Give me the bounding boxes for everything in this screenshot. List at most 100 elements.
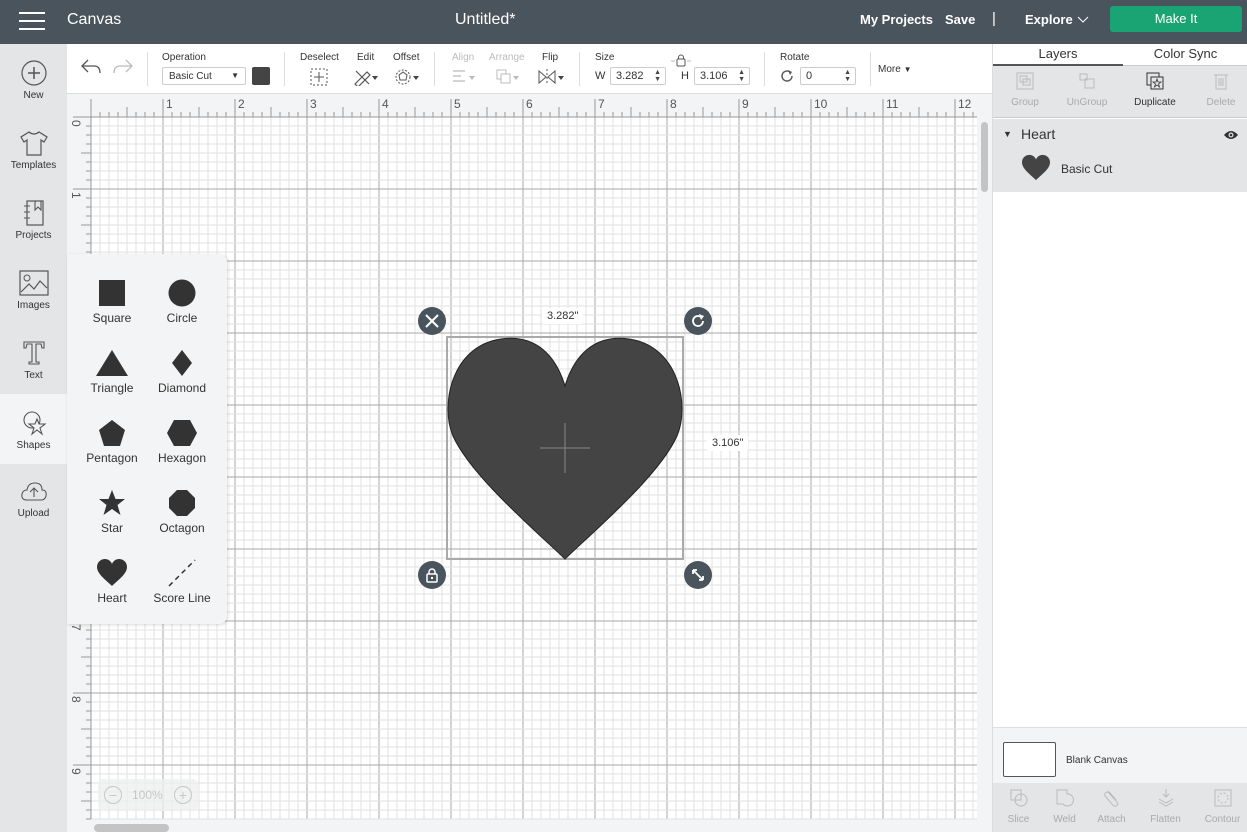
lock-handle[interactable] [418,561,446,589]
shape-star[interactable]: Star [77,488,147,558]
flip-icon[interactable] [537,68,565,86]
paperclip-icon [1103,791,1118,807]
height-dimension-label: 3.106" [707,435,749,451]
delete-button: Delete [1189,66,1247,118]
width-label: W [595,70,606,82]
action-label: Attach [1097,814,1126,825]
action-label: Weld [1053,814,1076,825]
weld-button: Weld [1039,783,1090,832]
more-button[interactable]: More ▼ [878,64,912,75]
sidebar-label: Projects [15,230,52,241]
color-swatch[interactable] [252,67,270,85]
shape-circle[interactable]: Circle [147,278,217,348]
selected-heart-shape[interactable] [446,336,684,560]
edit-pencil-ruler-icon[interactable] [353,68,379,86]
resize-handle[interactable] [684,561,712,589]
ruler-label: 4 [382,97,389,111]
caret-down-icon: ▼ [903,65,912,74]
spinner-icon[interactable]: ▲ ▼ [844,69,851,83]
image-icon [18,270,49,296]
zoom-level: 100% [132,788,163,802]
ruler-label: 8 [69,696,83,703]
align-label: Align [452,52,475,63]
blank-canvas-label: Blank Canvas [1066,755,1128,766]
offset-icon[interactable] [394,68,420,86]
sidebar-item-new[interactable]: New [0,44,67,114]
sidebar-label: Upload [17,508,50,519]
delete-handle[interactable] [418,307,446,335]
shape-heart[interactable]: Heart [77,558,147,628]
layers-panel: Layers Color Sync Group UnGroup Duplicat… [992,44,1247,832]
chevron-down-icon[interactable] [1077,13,1089,25]
ruler-label: 1 [69,192,83,199]
layer-group-heart[interactable]: ▼ Heart Basic Cut [993,119,1247,192]
sidebar-item-templates[interactable]: Templates [0,114,67,184]
shape-square[interactable]: Square [77,278,147,348]
layer-group-name: Heart [1021,126,1056,142]
rotate-handle[interactable] [684,307,712,335]
octagon-icon [169,490,195,516]
blank-canvas-thumbnail[interactable] [1003,742,1056,777]
ungroup-button: UnGroup [1055,66,1119,118]
blank-canvas-row[interactable]: Blank Canvas [993,727,1247,783]
more-label: More [878,64,901,75]
edit-label: Edit [357,52,375,63]
shape-octagon[interactable]: Octagon [147,488,217,558]
operation-select[interactable]: Basic Cut ▼ [162,67,246,85]
sidebar-item-shapes[interactable]: Shapes [0,394,67,464]
shape-label: Heart [97,591,127,605]
sidebar-item-images[interactable]: Images [0,254,67,324]
sidebar-item-text[interactable]: Text [0,324,67,394]
ruler-label: 1 [166,97,173,111]
heart-layer-thumbnail-icon [1022,154,1050,181]
make-it-button[interactable]: Make It [1110,6,1242,32]
sidebar-label: Shapes [16,440,51,451]
lock-ratio-icon[interactable] [671,54,691,68]
hamburger-menu-icon[interactable] [19,12,45,32]
bottom-actions: Slice Weld Attach Flatten Contour [993,783,1247,832]
document-title[interactable]: Untitled* [455,11,515,29]
duplicate-icon [1146,72,1164,90]
zoom-out-button[interactable]: − [104,786,122,804]
spinner-icon[interactable]: ▲ ▼ [738,69,745,83]
shape-score-line[interactable]: Score Line [147,558,217,628]
shape-label: Triangle [90,381,134,395]
width-dimension-label: 3.282" [542,308,584,324]
rotate-input[interactable]: 0 ▲ ▼ [800,67,856,85]
my-projects-link[interactable]: My Projects [860,12,933,27]
explore-link[interactable]: Explore [1025,12,1073,27]
sidebar-item-projects[interactable]: Projects [0,184,67,254]
tab-layers[interactable]: Layers [993,44,1123,66]
spinner-icon[interactable]: ▲ ▼ [654,69,661,83]
duplicate-button[interactable]: Duplicate [1123,66,1187,118]
action-label: Contour [1204,814,1241,825]
shape-triangle[interactable]: Triangle [77,348,147,418]
height-input[interactable]: 3.106 ▲ ▼ [694,67,750,85]
collapse-caret-icon[interactable]: ▼ [1003,129,1012,139]
shape-label: Square [92,311,132,325]
ruler-label: 0 [69,120,83,127]
tab-color-sync[interactable]: Color Sync [1123,44,1247,66]
toolbar-divider [434,52,435,86]
visibility-eye-icon[interactable] [1223,129,1239,141]
shape-hexagon[interactable]: Hexagon [147,418,217,488]
width-input[interactable]: 3.282 ▲ ▼ [610,67,666,85]
sidebar-item-upload[interactable]: Upload [0,464,67,534]
nav-separator: | [992,10,996,27]
shape-diamond[interactable]: Diamond [147,348,217,418]
redo-icon[interactable] [112,58,134,76]
flip-label: Flip [542,52,559,63]
shape-pentagon[interactable]: Pentagon [77,418,147,488]
deselect-icon[interactable] [310,68,328,86]
save-link[interactable]: Save [945,12,975,27]
horizontal-scrollbar[interactable] [94,824,169,832]
app-name: Canvas [67,11,122,28]
undo-icon[interactable] [80,58,102,76]
ruler-label: 2 [238,97,245,111]
star-icon [99,490,125,515]
vertical-scrollbar[interactable] [981,122,988,192]
ruler-label: 6 [526,97,533,111]
zoom-in-button[interactable]: + [174,786,192,804]
diamond-icon [172,350,192,376]
layer-item[interactable]: Basic Cut [993,152,1247,192]
